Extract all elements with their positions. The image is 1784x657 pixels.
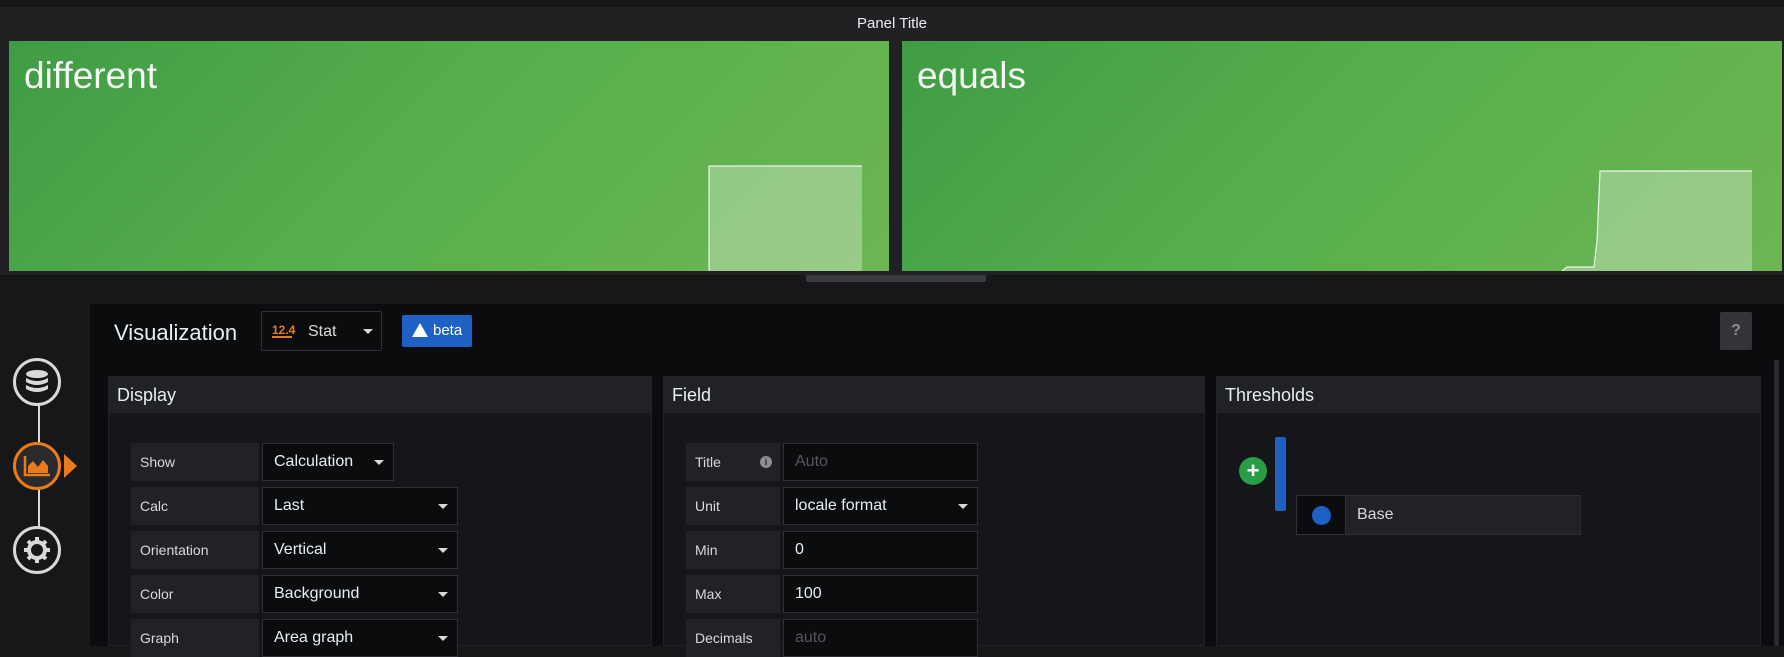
row-label: Show — [131, 443, 259, 481]
row-label: Unit — [686, 487, 780, 525]
decimals-input[interactable]: auto — [783, 619, 978, 657]
chevron-down-icon — [438, 548, 448, 553]
beta-label: beta — [433, 322, 463, 339]
row-label: Orientation — [131, 531, 259, 569]
chevron-down-icon — [438, 504, 448, 509]
select-value: Calculation — [274, 453, 354, 470]
sparkline-equals — [902, 170, 1752, 271]
visualization-editor: Visualization 12.4 Stat ! beta ? Display… — [90, 304, 1784, 657]
row-label: Color — [131, 575, 259, 613]
row-label-text: Title — [695, 454, 721, 470]
row-label: Title i — [686, 443, 780, 481]
decimals-placeholder: auto — [795, 629, 827, 646]
panel-title[interactable]: Panel Title — [0, 7, 1784, 41]
display-section-title: Display — [109, 377, 651, 413]
scrollbar[interactable] — [1774, 360, 1779, 646]
orientation-select[interactable]: Vertical — [262, 531, 458, 569]
select-value: Area graph — [274, 629, 354, 646]
row-label: Max — [686, 575, 780, 613]
beta-badge[interactable]: ! beta — [402, 315, 472, 347]
gear-icon — [24, 537, 50, 563]
color-select[interactable]: Background — [262, 575, 458, 613]
visualization-heading: Visualization — [114, 320, 238, 345]
max-input[interactable]: 100 — [783, 575, 978, 613]
visualization-type-picker[interactable]: 12.4 Stat — [261, 311, 382, 351]
chart-area-icon — [23, 456, 50, 477]
min-input[interactable]: 0 — [783, 531, 978, 569]
resize-handle[interactable] — [806, 275, 986, 282]
stat-value: different — [24, 55, 158, 96]
color-swatch-icon — [1312, 506, 1331, 525]
panel-preview: Panel Title different equals — [0, 7, 1784, 282]
chevron-down-icon — [958, 504, 968, 509]
threshold-color-picker[interactable] — [1297, 496, 1346, 534]
thresholds-section-title: Thresholds — [1217, 377, 1760, 413]
stat-viz-icon-underline — [272, 336, 292, 338]
add-threshold-button[interactable]: + — [1239, 457, 1267, 485]
sidebar-item-queries[interactable] — [13, 358, 61, 406]
calc-select[interactable]: Last — [262, 487, 458, 525]
field-section: Field Title i Auto Unit locale format Mi… — [663, 376, 1205, 657]
stat-viz-icon: 12.4 — [272, 323, 296, 337]
display-section: Display Show Calculation Calc Last Orien… — [108, 376, 652, 657]
field-section-title: Field — [664, 377, 1204, 413]
chevron-down-icon — [374, 460, 384, 465]
title-placeholder: Auto — [795, 453, 828, 470]
graph-select[interactable]: Area graph — [262, 619, 458, 657]
select-value: Background — [274, 585, 360, 602]
show-select[interactable]: Calculation — [262, 443, 394, 481]
row-label: Decimals — [686, 619, 780, 657]
threshold-base-label: Base — [1357, 506, 1394, 523]
threshold-row-base: Base — [1296, 495, 1581, 535]
chevron-down-icon — [438, 636, 448, 641]
unit-select[interactable]: locale format — [783, 487, 978, 525]
select-value: Last — [274, 497, 305, 514]
row-label: Graph — [131, 619, 259, 657]
help-button[interactable]: ? — [1720, 312, 1752, 350]
stat-value: equals — [917, 55, 1027, 96]
select-value: Vertical — [274, 541, 327, 558]
row-label: Min — [686, 531, 780, 569]
threshold-color-bar — [1275, 437, 1286, 511]
title-input[interactable]: Auto — [783, 443, 978, 481]
sidebar-item-visualization[interactable] — [13, 442, 61, 490]
thresholds-section: Thresholds + Base — [1216, 376, 1761, 646]
select-value: locale format — [795, 497, 887, 514]
active-indicator-arrow — [64, 454, 77, 478]
database-icon — [26, 370, 48, 392]
stat-tile-equals: equals — [902, 41, 1782, 271]
chevron-down-icon — [363, 329, 373, 334]
row-label: Calc — [131, 487, 259, 525]
stat-tile-different: different — [9, 41, 889, 271]
chevron-down-icon — [438, 592, 448, 597]
visualization-type-label: Stat — [308, 323, 337, 340]
warning-icon-mark: ! — [418, 336, 422, 347]
sidebar-item-general[interactable] — [13, 526, 61, 574]
info-icon[interactable]: i — [760, 456, 772, 468]
